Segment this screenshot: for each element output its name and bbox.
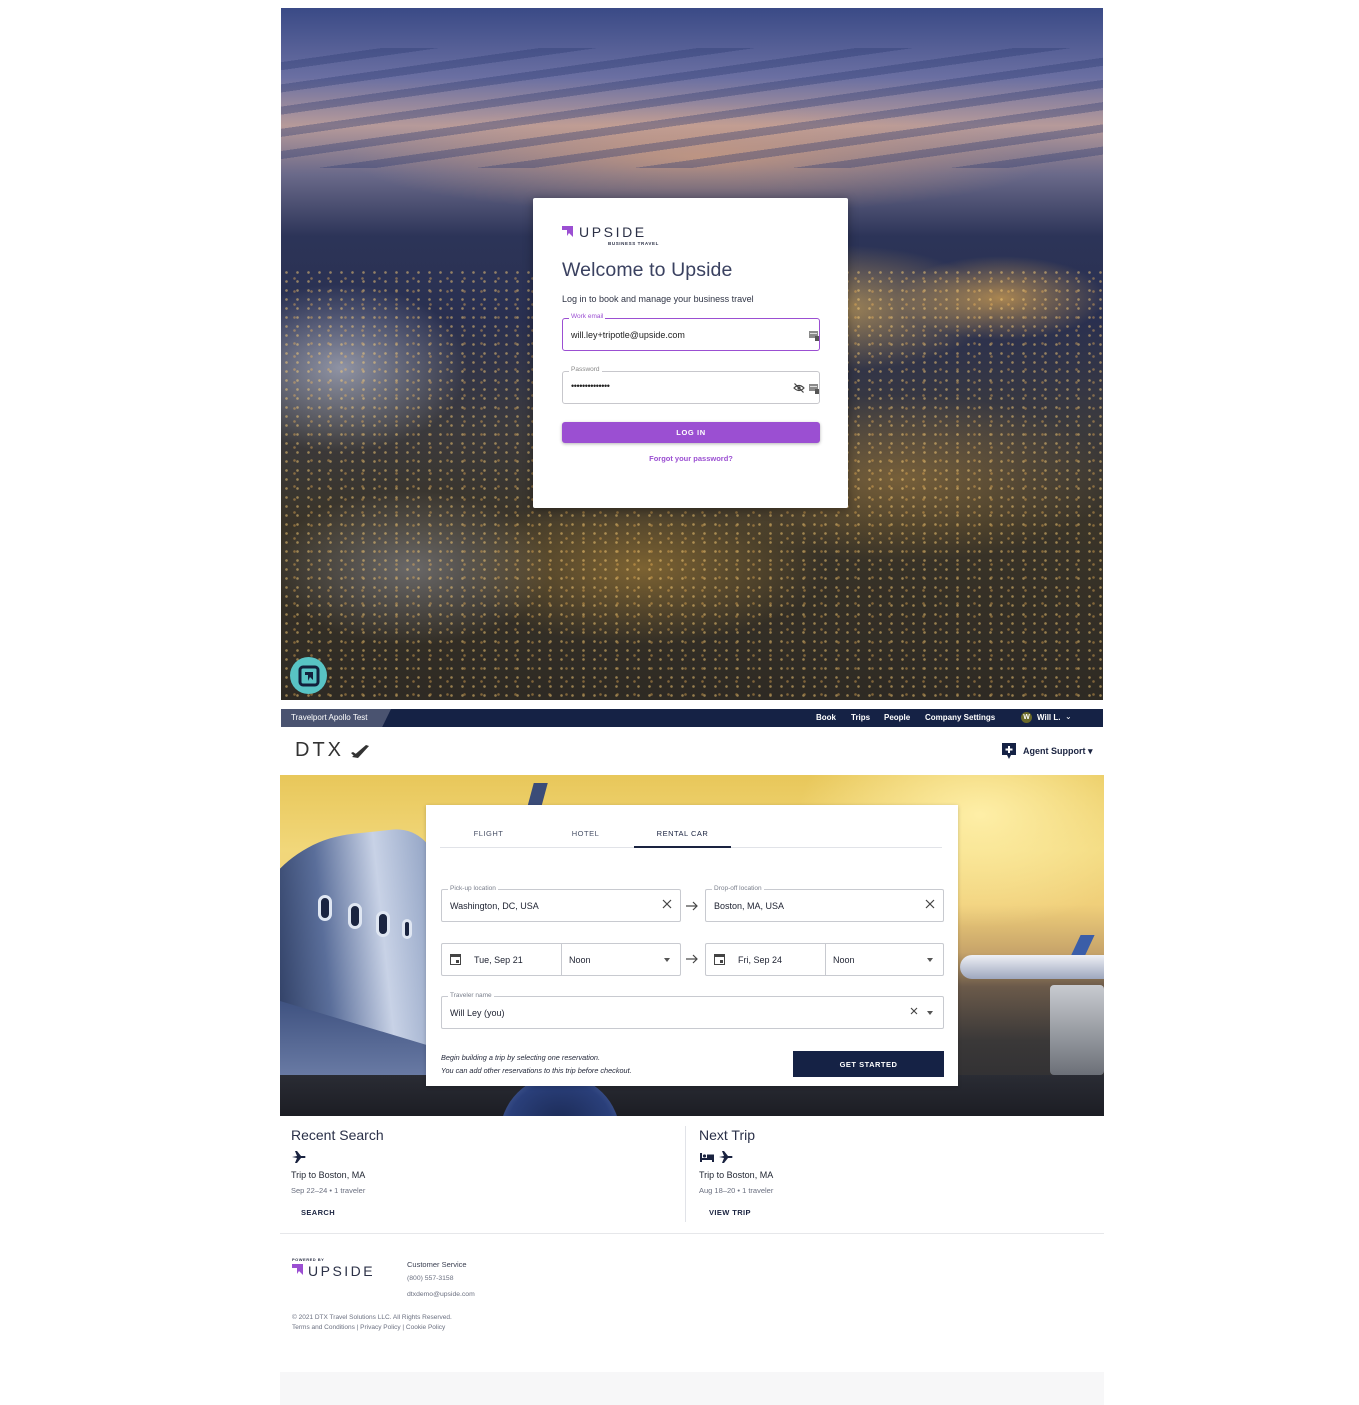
dropoff-location-field[interactable]: Drop-off location Boston, MA, USA [705, 885, 944, 922]
upside-logo-mark-icon [292, 1264, 303, 1275]
search-hint: Begin building a trip by selecting one r… [441, 1052, 632, 1077]
visibility-off-icon[interactable] [793, 383, 805, 393]
view-trip-button[interactable]: VIEW TRIP [709, 1208, 751, 1217]
booking-tabs: FLIGHT HOTEL RENTAL CAR [440, 821, 942, 848]
clear-icon[interactable] [925, 899, 935, 909]
pickup-datetime-field[interactable]: Tue, Sep 21 Noon [441, 943, 681, 976]
nav-trips[interactable]: Trips [851, 713, 870, 722]
chat-logo-icon [298, 665, 319, 686]
clear-icon[interactable] [909, 1006, 919, 1016]
brand-name: UPSIDE [579, 224, 647, 240]
plane-window [402, 919, 412, 939]
dropoff-date-value[interactable]: Fri, Sep 24 [738, 955, 782, 965]
password-field[interactable]: Password •••••••••••••• [562, 366, 820, 404]
traveler-name-label: Traveler name [448, 992, 494, 999]
user-avatar[interactable]: W [1021, 712, 1032, 723]
nav-company-settings[interactable]: Company Settings [925, 713, 995, 722]
customer-service-email[interactable]: dtxdemo@upside.com [407, 1291, 475, 1298]
password-value[interactable]: •••••••••••••• [571, 381, 610, 391]
login-card: UPSIDE BUSINESS TRAVEL Welcome to Upside… [533, 198, 848, 508]
powered-by-label: POWERED BY [292, 1257, 325, 1262]
field-divider [825, 944, 826, 975]
customer-service-title: Customer Service [407, 1260, 467, 1269]
hint-line-2: You can add other reservations to this t… [441, 1065, 632, 1075]
chevron-down-icon[interactable] [664, 958, 670, 962]
chat-launcher-button[interactable] [290, 657, 327, 694]
plane-window [348, 903, 362, 929]
upside-logo-mark-icon [562, 226, 573, 237]
autofill-key-icon[interactable] [809, 382, 819, 394]
login-title: Welcome to Upside [562, 259, 733, 281]
pickup-location-value[interactable]: Washington, DC, USA [450, 901, 539, 911]
upside-logo: UPSIDE BUSINESS TRAVEL [562, 224, 658, 246]
clear-icon[interactable] [662, 899, 672, 909]
legal-links[interactable]: Terms and Conditions | Privacy Policy | … [292, 1324, 445, 1331]
arrow-right-icon [686, 901, 698, 911]
get-started-button[interactable]: GET STARTED [793, 1051, 944, 1077]
field-divider [561, 944, 562, 975]
dropoff-time-value[interactable]: Noon [833, 955, 855, 965]
search-again-button[interactable]: SEARCH [301, 1208, 335, 1217]
email-value[interactable]: will.ley+tripotle@upside.com [571, 330, 685, 340]
dropoff-datetime-field[interactable]: Fri, Sep 24 Noon [705, 943, 944, 976]
login-button[interactable]: LOG IN [562, 422, 820, 443]
autofill-key-icon[interactable] [809, 329, 819, 341]
dropoff-location-value[interactable]: Boston, MA, USA [714, 901, 784, 911]
next-trip-title: Next Trip [699, 1127, 756, 1143]
tab-flight[interactable]: FLIGHT [440, 821, 537, 848]
airplane-icon [292, 1151, 306, 1163]
recent-search-title: Recent Search [291, 1127, 384, 1143]
agent-support-icon[interactable] [1002, 743, 1016, 759]
bottom-strip [280, 1372, 1104, 1405]
nav-book[interactable]: Book [816, 713, 836, 722]
recent-trip-meta: Sep 22–24 • 1 traveler [291, 1186, 366, 1195]
calendar-icon [714, 954, 725, 965]
plane-window [376, 911, 390, 937]
trip-search-card: FLIGHT HOTEL RENTAL CAR Pick-up location… [426, 805, 958, 1086]
top-navigation-bar: Travelport Apollo Test Book Trips People… [281, 709, 1103, 727]
tab-rental-car[interactable]: RENTAL CAR [634, 821, 731, 848]
dtx-logo[interactable]: DTX [295, 739, 344, 762]
service-truck-shape [1050, 985, 1104, 1075]
copyright-text: © 2021 DTX Travel Solutions LLC. All Rig… [292, 1314, 452, 1321]
user-menu[interactable]: Will L. [1037, 713, 1060, 722]
card-divider [685, 1126, 686, 1222]
next-trip-meta: Aug 18–20 • 1 traveler [699, 1186, 774, 1195]
section-divider [280, 1233, 1104, 1234]
environment-tag: Travelport Apollo Test [281, 709, 391, 727]
hint-line-1: Begin building a trip by selecting one r… [441, 1053, 601, 1062]
pickup-location-label: Pick-up location [448, 885, 498, 892]
recent-trip-name: Trip to Boston, MA [291, 1170, 366, 1180]
dtx-plane-logo-icon [351, 745, 369, 758]
distant-plane-shape [960, 955, 1104, 979]
pickup-time-value[interactable]: Noon [569, 955, 591, 965]
arrow-right-icon [686, 954, 698, 964]
calendar-icon [450, 954, 461, 965]
pickup-date-value[interactable]: Tue, Sep 21 [474, 955, 523, 965]
tab-hotel[interactable]: HOTEL [537, 821, 634, 848]
chevron-down-icon[interactable]: ⌄ [1065, 712, 1072, 721]
customer-service-phone[interactable]: (800) 557-3158 [407, 1275, 453, 1282]
traveler-name-value[interactable]: Will Ley (you) [450, 1008, 505, 1018]
login-subtitle: Log in to book and manage your business … [562, 294, 754, 304]
hotel-bed-icon [700, 1153, 714, 1162]
email-label: Work email [569, 313, 606, 320]
nav-people[interactable]: People [884, 713, 910, 722]
dropoff-location-label: Drop-off location [712, 885, 764, 892]
chevron-down-icon[interactable] [927, 958, 933, 962]
airplane-icon [719, 1151, 733, 1163]
chevron-down-icon[interactable] [927, 1011, 933, 1015]
environment-label: Travelport Apollo Test [291, 713, 368, 722]
next-trip-name: Trip to Boston, MA [699, 1170, 774, 1180]
traveler-name-field[interactable]: Traveler name Will Ley (you) [441, 992, 944, 1029]
forgot-password-link[interactable]: Forgot your password? [562, 454, 820, 463]
brand-subtitle: BUSINESS TRAVEL [608, 241, 659, 246]
pickup-location-field[interactable]: Pick-up location Washington, DC, USA [441, 885, 681, 922]
plane-window [318, 895, 332, 921]
password-label: Password [569, 366, 602, 373]
agent-support-menu[interactable]: Agent Support ▾ [1023, 746, 1093, 757]
sky-clouds [281, 48, 1103, 168]
footer-brand[interactable]: UPSIDE [308, 1263, 375, 1279]
email-field[interactable]: Work email will.ley+tripotle@upside.com [562, 313, 820, 351]
